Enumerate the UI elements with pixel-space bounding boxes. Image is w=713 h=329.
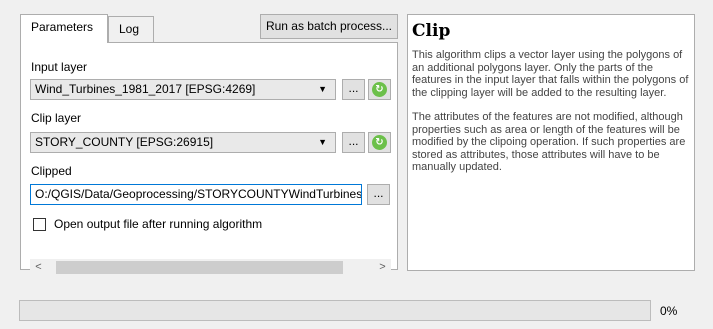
tab-log[interactable]: Log <box>108 16 154 42</box>
input-layer-label: Input layer <box>31 60 88 74</box>
iterate-icon: ↻ <box>372 82 387 98</box>
scrollbar-thumb[interactable] <box>56 261 343 274</box>
help-panel: Clip This algorithm clips a vector layer… <box>407 14 695 271</box>
clipped-label: Clipped <box>31 164 72 178</box>
input-layer-combo[interactable]: Wind_Turbines_1981_2017 [EPSG:4269] ▼ <box>30 79 336 100</box>
clipped-output-field[interactable]: O:/QGIS/Data/Geoprocessing/STORYCOUNTYWi… <box>30 184 362 205</box>
clipped-browse-button[interactable]: ... <box>367 184 390 205</box>
open-output-label: Open output file after running algorithm <box>54 217 263 231</box>
clip-layer-value: STORY_COUNTY [EPSG:26915] <box>35 135 214 149</box>
input-layer-value: Wind_Turbines_1981_2017 [EPSG:4269] <box>35 82 256 96</box>
clip-layer-browse-button[interactable]: ... <box>342 132 365 153</box>
clip-layer-label: Clip layer <box>31 111 82 125</box>
input-layer-browse-button[interactable]: ... <box>342 79 365 100</box>
chevron-down-icon: ▼ <box>318 137 327 147</box>
open-output-checkbox[interactable] <box>33 218 46 231</box>
progress-bar <box>19 300 651 321</box>
scroll-right-icon[interactable]: > <box>374 259 391 276</box>
parameters-panel: Parameters Log Run as batch process... I… <box>18 12 399 276</box>
tab-parameters[interactable]: Parameters <box>20 14 108 43</box>
chevron-down-icon: ▼ <box>318 84 327 94</box>
horizontal-scrollbar[interactable]: < > <box>30 259 391 276</box>
help-title: Clip <box>412 21 451 41</box>
scroll-left-icon[interactable]: < <box>30 259 47 276</box>
progress-label: 0% <box>660 304 678 318</box>
iterate-icon: ↻ <box>372 135 387 151</box>
help-paragraph-2: The attributes of the features are not m… <box>412 111 686 173</box>
run-as-batch-button[interactable]: Run as batch process... <box>260 14 398 39</box>
help-paragraph-1: This algorithm clips a vector layer usin… <box>412 49 689 99</box>
clip-layer-combo[interactable]: STORY_COUNTY [EPSG:26915] ▼ <box>30 132 336 153</box>
input-layer-iterate-button[interactable]: ↻ <box>368 79 391 100</box>
clip-layer-iterate-button[interactable]: ↻ <box>368 132 391 153</box>
parameters-tab-content: Input layer Wind_Turbines_1981_2017 [EPS… <box>20 42 398 276</box>
